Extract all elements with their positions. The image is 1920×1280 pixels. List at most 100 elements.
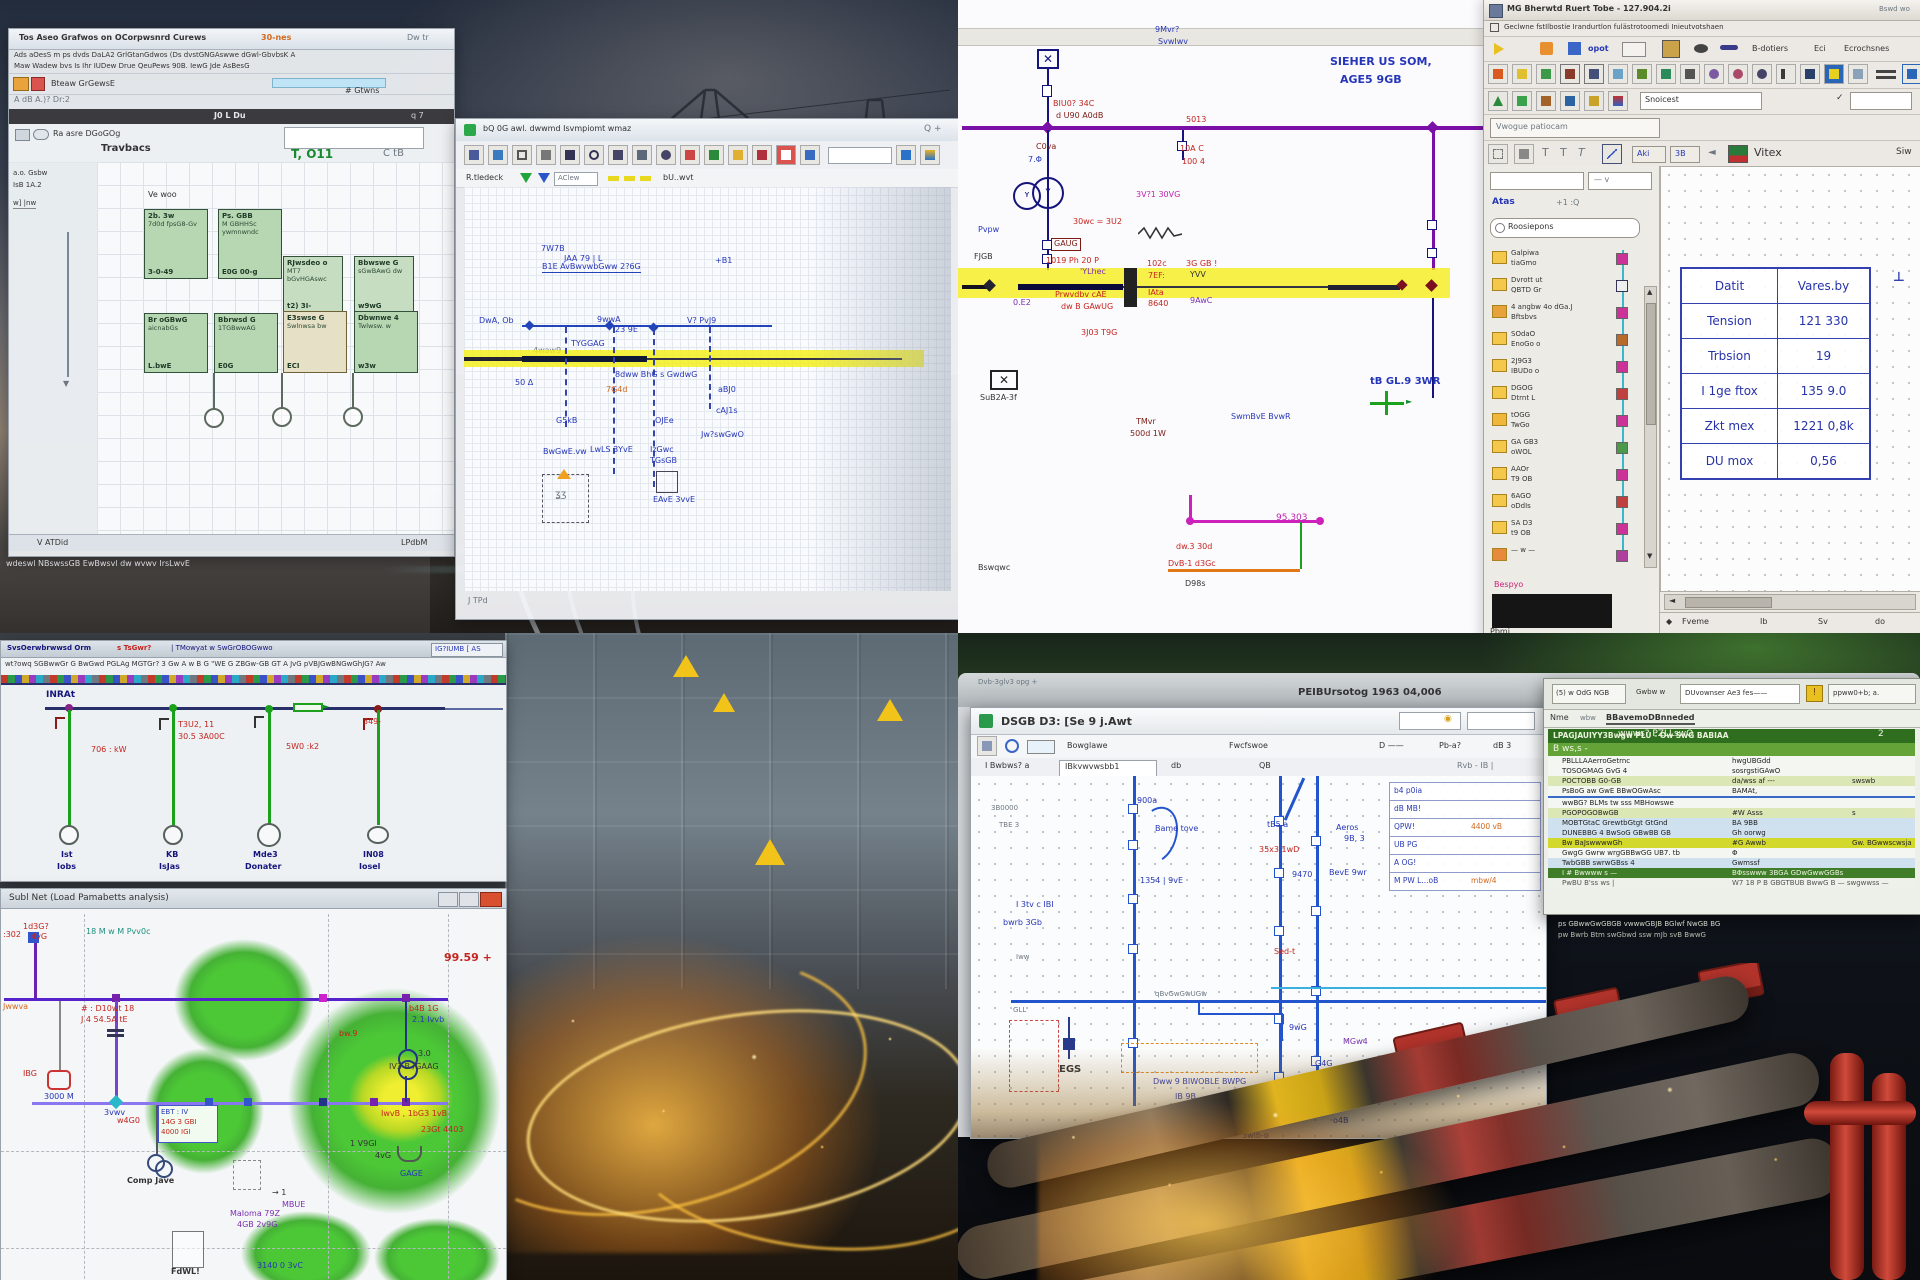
toolbar-icon[interactable] [1728,64,1748,84]
load-circle[interactable] [59,825,79,845]
list-item[interactable]: GA GB3oWOL [1484,435,1659,462]
toolbar-icon[interactable] [1608,64,1628,84]
scroll-left-icon[interactable]: ◄ [1669,597,1675,606]
atlas-controls[interactable]: +1 :Q [1556,199,1579,208]
search-field[interactable]: ◉ [1399,712,1461,730]
toolbar-text[interactable]: Pb-a? [1439,742,1461,751]
titlebar-box[interactable]: IG?IUMB [ AS [431,643,503,657]
menu-row-1[interactable]: Ads aOesS m ps dvds DaLA2 GrlGtanGdwos (… [14,52,295,60]
breaker-mark[interactable] [254,716,264,728]
active-tab[interactable]: BBavemoDBnneded [1606,714,1695,725]
toolbar-icon[interactable] [1824,64,1844,84]
text-tool-icon[interactable]: T [1560,147,1567,159]
titlebar[interactable]: MG Bherwtd Ruert Tobe - 127.904.2i Bswd … [1484,0,1920,21]
result-row[interactable]: wwBG? BLMs tw sss MBHowswe [1548,796,1915,808]
value-input[interactable] [284,127,424,149]
titlebar[interactable]: SvsOerwbrwwsd Orm s TsGwr? | TMowyat w S… [1,641,506,658]
toolbar-icon[interactable] [608,145,628,165]
toolbar-icon[interactable] [1488,91,1508,111]
tb-box[interactable]: (5) w OdG NGB [1552,684,1626,704]
task-block[interactable]: E3swse G Swlnwsa bw ECI [283,311,347,373]
task-block[interactable]: RJwsdeo o MT7 bGvHGAswc t2) 3I- [283,256,343,313]
toolbar-icon[interactable] [1800,64,1820,84]
toolbar-icon[interactable] [776,145,796,165]
toolbar-icon[interactable] [728,145,748,165]
panel-combo[interactable] [1490,172,1584,190]
scroll-down-icon[interactable]: ▼ [1647,553,1652,561]
toolbar-icon[interactable] [1536,91,1556,111]
result-row[interactable]: TOSOGMAG GvG 4sosrgstiGAwO [1548,766,1915,776]
scrollbar-horizontal[interactable]: ◄ [1664,594,1916,610]
toolbar-icon[interactable] [1608,91,1628,111]
result-row[interactable]: PsBoG aw GwE BBwOGwAscBAMAt, [1548,786,1915,796]
list-item[interactable]: AAOrT9 OB [1484,462,1659,489]
menubar[interactable]: Geclwne fstIlbostie Irandurtlon fulästro… [1484,20,1920,36]
result-row[interactable]: Bw BaJswwwwGh#G AwwbGw. BGwwscwsja [1548,838,1915,848]
list-item[interactable]: SOdaOEnoGo o [1484,327,1659,354]
task-block[interactable]: 2b. 3w 7d0d fpsG8-Gv 3-0-49 [144,209,208,279]
list-item[interactable]: 4 angbw 4o dGa.JBftsbvs [1484,300,1659,327]
result-row[interactable]: GwgG Gwrw wrgGBBwGG UB7. tbΦ [1548,848,1915,858]
panel-combo-2[interactable]: — v [1588,172,1652,190]
breaker[interactable] [1311,906,1321,916]
toolbar-icon[interactable] [920,145,940,165]
tb-field[interactable]: DUvownser Ae3 fes—— [1680,684,1800,704]
text-tool-icon[interactable]: T [1542,147,1549,159]
result-row[interactable]: PBLLLAAerroGetrnchwgUBGdd [1548,756,1915,766]
task-block[interactable]: Bbrwsd G 1TGBwwAG E0G [214,313,278,373]
breaker[interactable] [1427,220,1437,230]
titlebar-right[interactable]: Q + [924,125,942,135]
toolbar-icon[interactable] [512,145,532,165]
list-item[interactable]: — w — [1484,543,1659,570]
sidebar-item[interactable]: w] |nw [13,200,36,209]
menu-row-2[interactable]: Maw Wadew bvs Is Ihr IUDew Drue QeuPews … [14,63,250,71]
breaker[interactable] [1042,85,1052,97]
key-icon[interactable] [1720,45,1738,50]
motor-symbol[interactable] [47,1070,71,1090]
atlas-label[interactable]: Atas [1492,198,1515,208]
scrollbar-vertical[interactable]: ▲ ▼ [1644,286,1657,568]
list-item[interactable]: tOGGTwGo [1484,408,1659,435]
combo-box[interactable]: Snoicest [1640,92,1762,110]
maximize-button[interactable] [459,892,479,907]
pages-icon[interactable] [1514,144,1534,164]
ribbon-box[interactable]: AClew [554,172,598,186]
toolbar-icon[interactable] [1584,64,1604,84]
minimize-button[interactable] [438,892,458,907]
toolbar-icon[interactable] [1560,91,1580,111]
combo-box-2[interactable] [1850,92,1912,110]
menu-row[interactable]: wt?owq SGBwwGr G BwGwd PGLAg MGTGr? 3 Gw… [5,661,386,669]
framed-icon[interactable] [1662,40,1680,58]
task-block[interactable]: Bbwswe G sGwBAwG dw w9wG [354,256,414,313]
toolbar-icon[interactable] [584,145,604,165]
scroll-thumb[interactable] [1685,597,1772,608]
tab[interactable]: I Bwbws? a [985,762,1029,771]
task-block[interactable]: Br oGBwG aicnabGs L.bwE [144,313,208,373]
toolbar-icon[interactable] [1568,42,1581,55]
breaker[interactable] [1128,894,1138,904]
search-field-2[interactable] [1467,712,1535,730]
view-name[interactable]: Travbacs [101,143,151,154]
cloud-icon[interactable] [33,129,49,140]
tab-active[interactable]: IBkvwvwsbb1 [1059,760,1157,777]
milestone-circle[interactable] [343,407,363,427]
transformer-circle[interactable]: ʏ [1032,177,1064,209]
toolbar-icon[interactable] [1776,64,1796,84]
list-item[interactable]: SA D3t9 OB [1484,516,1659,543]
breaker[interactable] [1274,868,1284,878]
color-swatch[interactable] [1492,594,1612,628]
equals-icon[interactable] [1876,70,1896,73]
toolbar-icon[interactable] [1536,64,1556,84]
breaker[interactable] [1274,926,1284,936]
result-row[interactable]: I # Bwwww s —BΦsswww 3BGA GDwGwwGGBs wBB… [1548,868,1915,878]
toolbar-icon[interactable] [1512,64,1532,84]
box-icon[interactable] [1027,740,1055,754]
doc-icon[interactable] [31,77,45,91]
result-row[interactable]: PGOPOGOBwGB#W Assss [1548,808,1915,818]
load-circle[interactable] [367,826,389,844]
yellow-arrow-icon[interactable] [1494,43,1504,55]
toolbar-icon[interactable] [1656,64,1676,84]
folder-icon[interactable] [15,129,30,141]
tb-box-2[interactable]: ppww0+b; a. [1828,684,1916,704]
toolbar-icon[interactable] [536,145,556,165]
